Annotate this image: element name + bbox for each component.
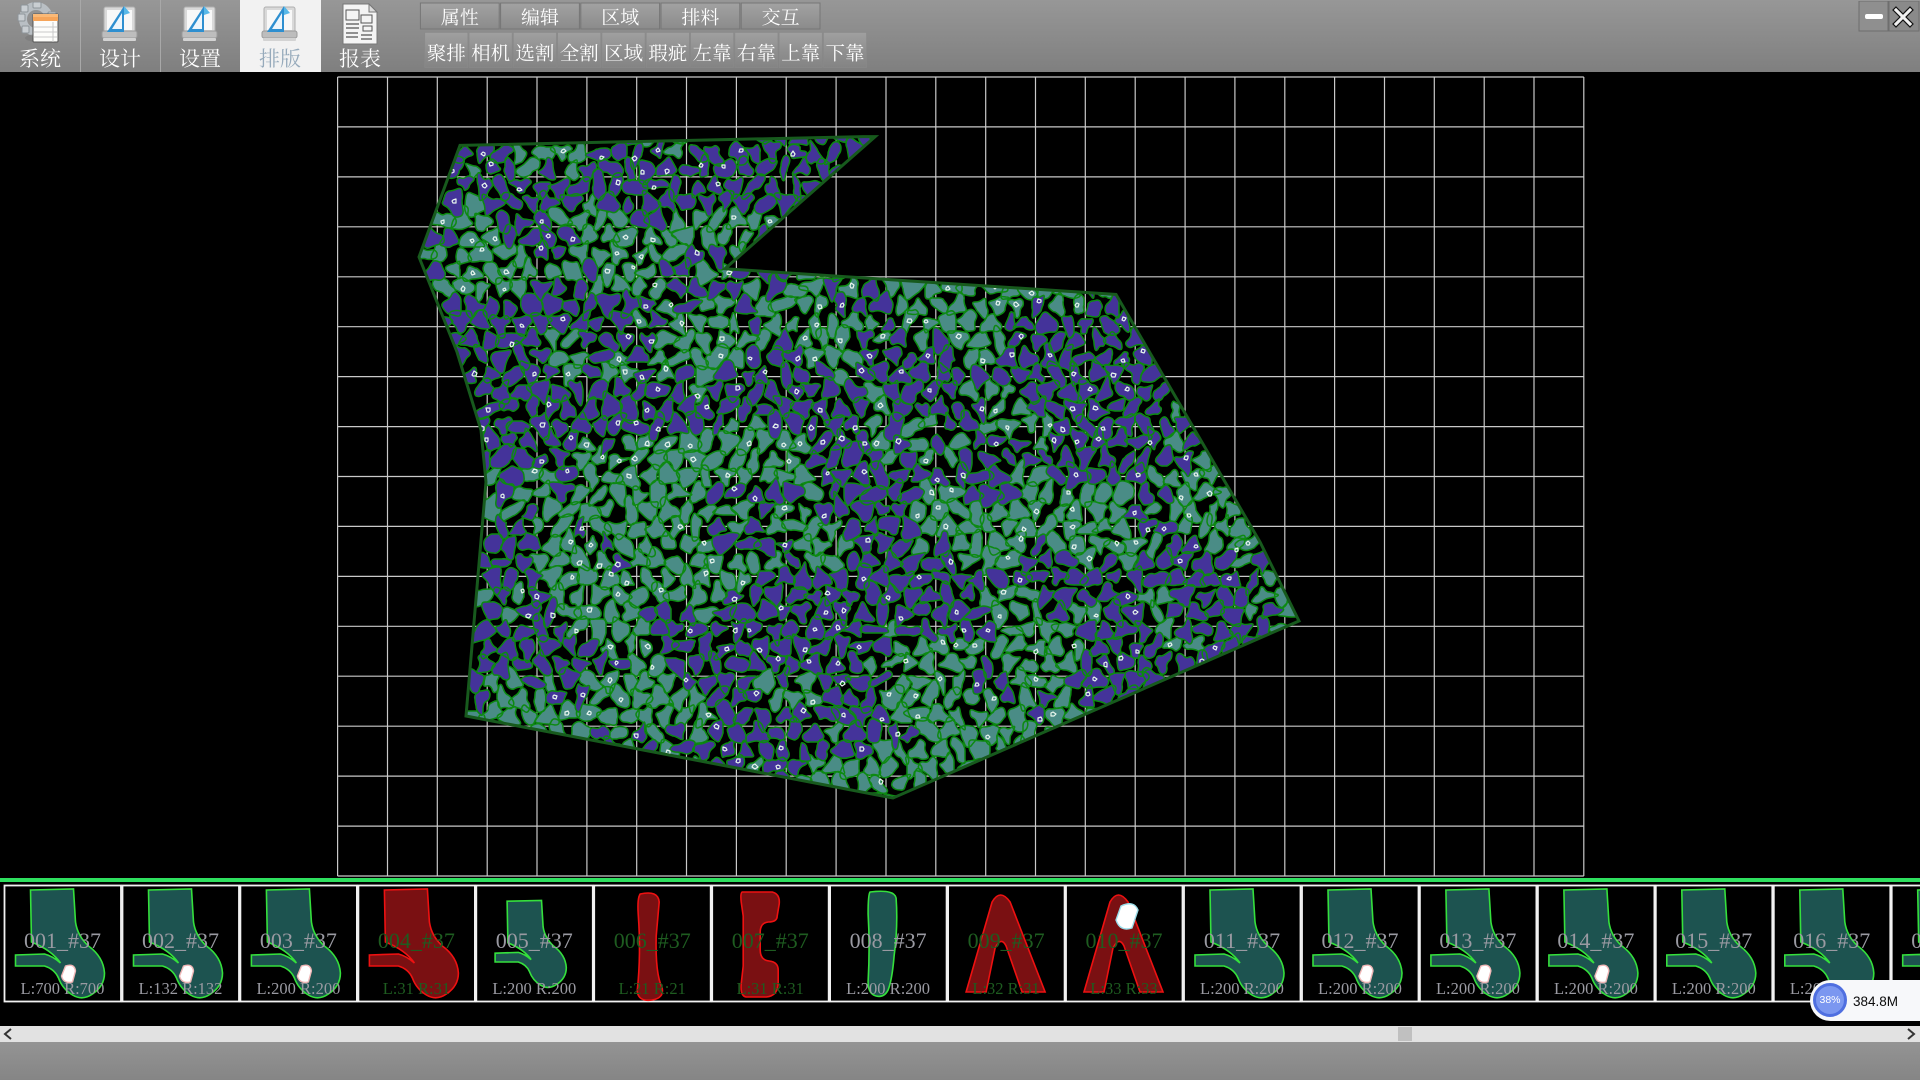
svg-text:L:132 R:132: L:132 R:132: [139, 979, 223, 998]
svg-text:L:200 R:200: L:200 R:200: [256, 979, 340, 998]
svg-text:L:700 R:700: L:700 R:700: [21, 979, 105, 998]
svg-text:012_#37: 012_#37: [1322, 928, 1399, 953]
svg-text:014_#37: 014_#37: [1557, 928, 1634, 953]
svg-text:004_#37: 004_#37: [378, 928, 455, 953]
svg-text:017_#37: 017_#37: [1911, 928, 1920, 953]
svg-text:015_#37: 015_#37: [1675, 928, 1752, 953]
svg-text:L:200 R:200: L:200 R:200: [1436, 979, 1520, 998]
svg-text:010_#37: 010_#37: [1086, 928, 1163, 953]
svg-text:L:33 R:33: L:33 R:33: [1090, 979, 1157, 998]
svg-text:L:31 R:31: L:31 R:31: [737, 979, 804, 998]
svg-text:008_#37: 008_#37: [850, 928, 927, 953]
svg-text:L:200 R:200: L:200 R:200: [1554, 979, 1638, 998]
svg-text:001_#37: 001_#37: [24, 928, 101, 953]
svg-text:L:200 R:200: L:200 R:200: [1318, 979, 1402, 998]
svg-text:011_#37: 011_#37: [1204, 928, 1280, 953]
svg-text:L:32 R:31: L:32 R:31: [972, 979, 1039, 998]
svg-text:009_#37: 009_#37: [968, 928, 1045, 953]
svg-text:L:200 R:200: L:200 R:200: [846, 979, 930, 998]
svg-text:005_#37: 005_#37: [496, 928, 573, 953]
svg-text:013_#37: 013_#37: [1439, 928, 1516, 953]
svg-text:006_#37: 006_#37: [614, 928, 691, 953]
svg-text:L:21 R:21: L:21 R:21: [619, 979, 686, 998]
svg-text:L:31 R:31: L:31 R:31: [383, 979, 450, 998]
svg-text:002_#37: 002_#37: [142, 928, 219, 953]
svg-text:007_#37: 007_#37: [732, 928, 809, 953]
svg-text:003_#37: 003_#37: [260, 928, 337, 953]
svg-text:016_#37: 016_#37: [1793, 928, 1870, 953]
svg-text:L:200 R:200: L:200 R:200: [1672, 979, 1756, 998]
svg-text:L:200 R:200: L:200 R:200: [492, 979, 576, 998]
svg-text:L:200 R:200: L:200 R:200: [1200, 979, 1284, 998]
